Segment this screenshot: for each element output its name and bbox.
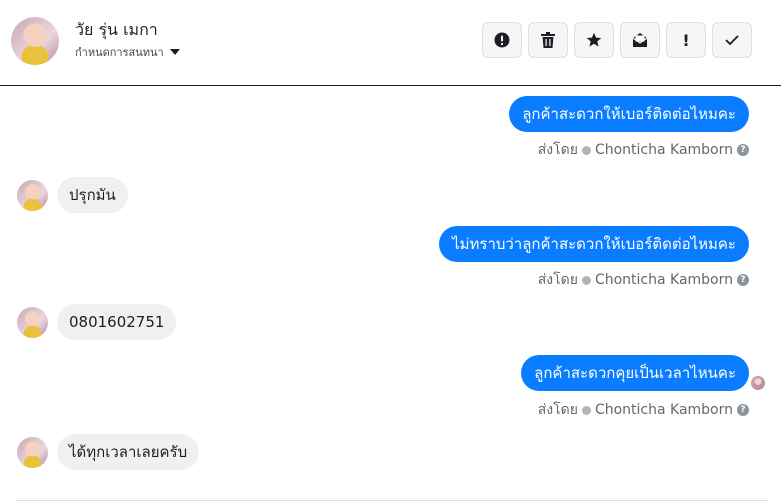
important-button[interactable]: !	[666, 22, 706, 58]
envelope-icon	[632, 33, 648, 47]
sender-name: Chonticha Kamborn	[594, 402, 733, 418]
delete-button[interactable]	[528, 22, 568, 58]
conversation-status[interactable]: กำหนดการสนทนา	[75, 43, 180, 61]
sent-by-info: ส่งโดย Chonticha Kamborn ?	[538, 399, 749, 421]
help-icon[interactable]: ?	[737, 274, 749, 286]
check-icon	[725, 35, 739, 46]
incoming-message[interactable]: ปรุกมัน	[57, 177, 128, 213]
incoming-message-row: 0801602751	[17, 304, 177, 340]
sent-by-label: ส่งโดย	[537, 402, 578, 418]
done-button[interactable]	[712, 22, 752, 58]
message-text: 0801602751	[69, 313, 165, 331]
message-text: ปรุกมัน	[69, 186, 116, 204]
contact-avatar-small	[17, 436, 48, 468]
incoming-message-row: ได้ทุกเวลาเลยครับ	[17, 434, 200, 470]
help-icon[interactable]: ?	[737, 144, 749, 156]
sent-check-icon	[581, 405, 591, 415]
message-text: ไม่ทราบว่าลูกค้าสะดวกให้เบอร์ติดต่อไหมคะ	[452, 235, 736, 253]
mark-unread-button[interactable]	[620, 22, 660, 58]
conversation-header: วัย รุ่น เมกา กำหนดการสนทนา !	[0, 0, 781, 86]
sent-by-label: ส่งโดย	[537, 272, 578, 288]
spam-button[interactable]	[482, 22, 522, 58]
message-thread[interactable]: ลูกค้าสะดวกให้เบอร์ติดต่อไหมคะ ส่งโดย Ch…	[0, 86, 781, 504]
incoming-message[interactable]: ได้ทุกเวลาเลยครับ	[57, 434, 200, 470]
star-button[interactable]	[574, 22, 614, 58]
conversation-status-label: กำหนดการสนทนา	[75, 46, 164, 59]
sent-by-label: ส่งโดย	[537, 142, 578, 158]
caret-down-icon	[169, 49, 180, 55]
composer-divider	[16, 500, 768, 501]
conversation-toolbar: !	[482, 22, 752, 58]
seen-avatar	[751, 376, 765, 390]
trash-icon	[541, 32, 555, 48]
sent-check-icon	[581, 275, 591, 285]
contact-avatar[interactable]	[11, 17, 59, 65]
incoming-message-row: ปรุกมัน	[17, 177, 128, 213]
sent-by-info: ส่งโดย Chonticha Kamborn ?	[538, 139, 749, 161]
message-text: ได้ทุกเวลาเลยครับ	[69, 443, 188, 461]
outgoing-message[interactable]: ลูกค้าสะดวกให้เบอร์ติดต่อไหมคะ	[509, 96, 749, 132]
outgoing-message[interactable]: ลูกค้าสะดวกคุยเป็นเวลาไหนคะ	[521, 355, 749, 391]
outgoing-message[interactable]: ไม่ทราบว่าลูกค้าสะดวกให้เบอร์ติดต่อไหมคะ	[439, 226, 749, 262]
sent-by-info: ส่งโดย Chonticha Kamborn ?	[538, 269, 749, 291]
sender-name: Chonticha Kamborn	[594, 272, 733, 288]
message-text: ลูกค้าสะดวกให้เบอร์ติดต่อไหมคะ	[522, 105, 736, 123]
sent-check-icon	[581, 145, 591, 155]
incoming-message[interactable]: 0801602751	[57, 304, 177, 340]
exclamation-circle-icon	[494, 32, 510, 48]
contact-name[interactable]: วัย รุ่น เมกา	[75, 18, 158, 43]
contact-avatar-small	[17, 306, 48, 338]
star-icon	[586, 32, 602, 47]
message-text: ลูกค้าสะดวกคุยเป็นเวลาไหนคะ	[534, 364, 736, 382]
exclamation-icon: !	[682, 30, 690, 50]
contact-avatar-small	[17, 179, 48, 211]
help-icon[interactable]: ?	[737, 404, 749, 416]
sender-name: Chonticha Kamborn	[594, 142, 733, 158]
